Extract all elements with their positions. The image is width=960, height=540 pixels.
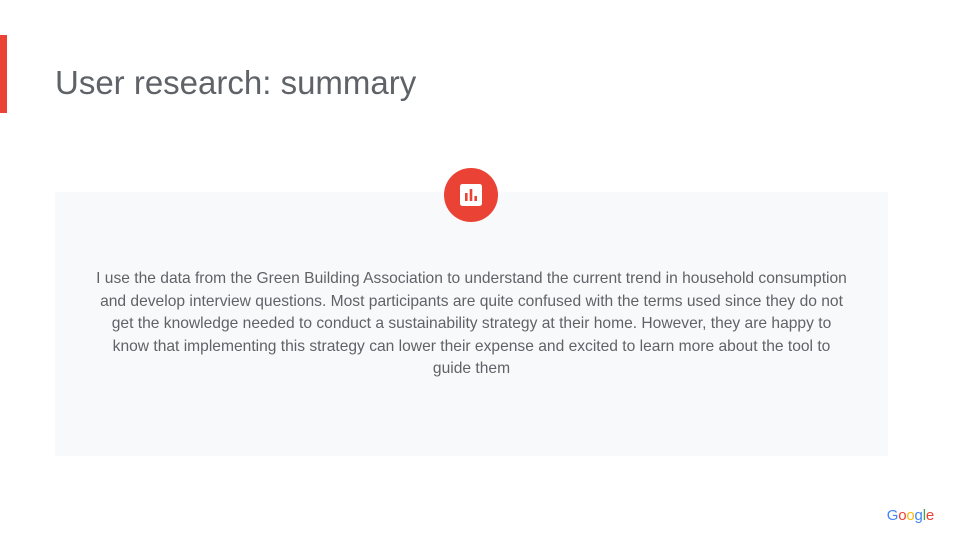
slide-title: User research: summary xyxy=(55,64,417,101)
logo-letter: o xyxy=(906,507,915,524)
logo-letter: G xyxy=(886,507,899,524)
accent-bar xyxy=(0,35,7,113)
badge xyxy=(444,168,498,222)
summary-text: I use the data from the Green Building A… xyxy=(96,270,847,377)
google-logo: Google xyxy=(887,507,934,524)
summary-card: I use the data from the Green Building A… xyxy=(55,192,888,456)
logo-letter: g xyxy=(914,507,923,524)
bar-chart-icon xyxy=(460,184,482,206)
logo-letter: e xyxy=(925,507,934,524)
